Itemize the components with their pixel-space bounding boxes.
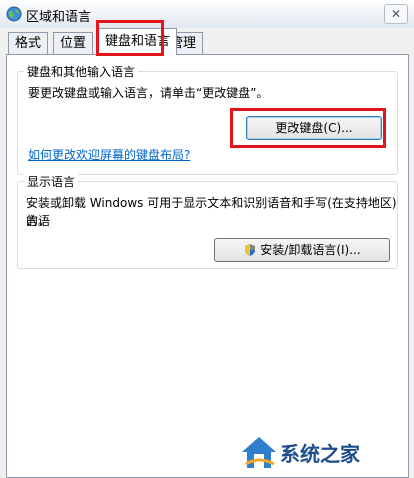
button-highlight-box: [230, 108, 386, 148]
display-language-group: 显示语言 安装或卸载 Windows 可用于显示文本和识别语音和手写(在支持地区…: [17, 173, 398, 269]
window-title: 区域和语言: [26, 10, 92, 25]
display-language-description-cont: 言。: [26, 214, 51, 228]
install-uninstall-languages-button[interactable]: 安装/卸载语言(I)...: [214, 238, 390, 262]
keyboard-group-title: 键盘和其他输入语言: [24, 63, 139, 80]
shield-icon: [245, 244, 256, 256]
display-language-description: 安装或卸载 Windows 可用于显示文本和识别语音和手写(在支持地区)的语: [26, 196, 397, 228]
close-button[interactable]: ✕: [384, 4, 408, 24]
watermark-brand: 系统之家: [280, 442, 360, 466]
keyboard-description: 要更改键盘或输入语言，请单击“更改键盘”。: [28, 86, 269, 100]
tab-location[interactable]: 位置: [53, 32, 94, 54]
globe-icon: [6, 6, 22, 22]
title-bar: 区域和语言 ✕: [0, 0, 414, 28]
welcome-screen-keyboard-link[interactable]: 如何更改欢迎屏幕的键盘布局?: [28, 146, 190, 164]
install-uninstall-label: 安装/卸载语言(I)...: [260, 243, 361, 257]
tab-highlight-box: [96, 20, 164, 56]
tab-format[interactable]: 格式: [8, 32, 49, 54]
watermark: 系统之家: [236, 430, 414, 478]
house-logo: [242, 437, 276, 468]
display-language-title: 显示语言: [24, 173, 79, 190]
